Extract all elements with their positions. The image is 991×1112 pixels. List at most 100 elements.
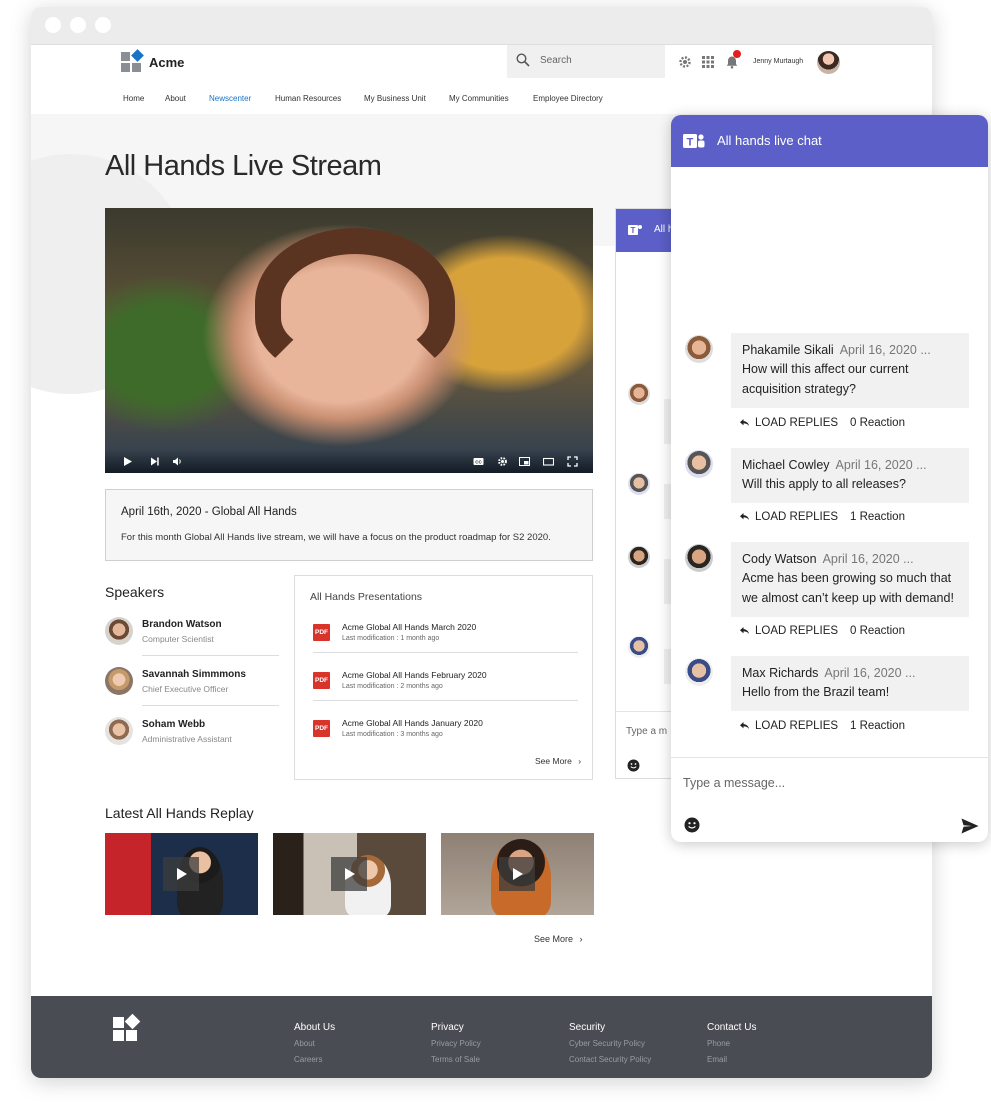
notification-badge (733, 50, 741, 58)
brand-name[interactable]: Acme (149, 55, 184, 70)
user-avatar[interactable] (817, 51, 840, 74)
footer-link[interactable]: Privacy Policy (431, 1039, 481, 1048)
emoji-icon[interactable] (684, 817, 700, 833)
next-icon[interactable] (149, 456, 160, 467)
play-button-icon[interactable] (331, 857, 367, 891)
chat-avatar (628, 383, 650, 405)
miniplayer-icon[interactable] (519, 456, 530, 467)
nav-item-home[interactable]: Home (123, 94, 144, 103)
reply-arrow-icon (740, 722, 749, 729)
app-grid-icon[interactable] (701, 55, 715, 69)
footer-link[interactable]: Careers (294, 1055, 335, 1064)
emoji-icon[interactable] (627, 759, 640, 772)
load-replies-button[interactable]: LOAD REPLIES (739, 720, 838, 732)
speaker-item[interactable]: Savannah Simmmons Chief Executive Office… (105, 667, 279, 711)
footer-link[interactable]: Terms of Sale (431, 1055, 481, 1064)
presentation-file-name[interactable]: Acme Global All Hands March 2020 (342, 622, 476, 632)
nav-item-human-resources[interactable]: Human Resources (275, 94, 341, 103)
nav-item-employee-directory[interactable]: Employee Directory (533, 94, 603, 103)
acme-logo-icon[interactable] (121, 49, 144, 74)
nav-item-about[interactable]: About (165, 94, 186, 103)
window-minimize-dot[interactable] (70, 17, 86, 33)
reaction-count[interactable]: 1 Reaction (850, 511, 905, 523)
footer-column-contact: Contact Us Phone Email (707, 1022, 756, 1071)
play-icon[interactable] (122, 456, 133, 467)
chat-message-input[interactable]: Type a message... (683, 776, 785, 790)
presentations-heading: All Hands Presentations (310, 591, 423, 603)
chat-bubble: Max Richards April 16, 2020 ... Hello fro… (731, 656, 969, 711)
presentation-item[interactable]: PDF Acme Global All Hands January 2020 L… (313, 714, 578, 762)
nav-item-my-communities[interactable]: My Communities (449, 94, 509, 103)
replay-thumbnail[interactable] (273, 833, 426, 915)
message-text: Hello from the Brazil team! (742, 685, 890, 699)
user-name[interactable]: Jenny Murtaugh (753, 58, 803, 65)
message-date: April 16, 2020 ... (835, 458, 927, 472)
event-title: April 16th, 2020 - Global All Hands (121, 506, 297, 518)
load-replies-button[interactable]: LOAD REPLIES (739, 625, 838, 637)
reaction-count[interactable]: 0 Reaction (850, 625, 905, 637)
see-more-label: See More (534, 934, 574, 944)
search-icon (516, 53, 530, 67)
reaction-count[interactable]: 0 Reaction (850, 417, 905, 429)
presentation-divider (313, 700, 578, 701)
chat-message: Phakamile Sikali April 16, 2020 ... How w… (671, 333, 988, 433)
load-replies-label: LOAD REPLIES (755, 417, 839, 429)
svg-text:T: T (687, 137, 694, 149)
speaker-item[interactable]: Soham Webb Administrative Assistant (105, 717, 279, 761)
chat-message: Michael Cowley April 16, 2020 ... Will th… (671, 448, 988, 538)
load-replies-button[interactable]: LOAD REPLIES (739, 511, 838, 523)
send-icon[interactable] (961, 818, 979, 834)
search-input[interactable]: Search (540, 55, 572, 66)
presentations-see-more-link[interactable]: See More › (535, 756, 581, 766)
speaker-item[interactable]: Brandon Watson Computer Scientist (105, 617, 279, 661)
footer-link[interactable]: Phone (707, 1039, 756, 1048)
footer-link[interactable]: About (294, 1039, 335, 1048)
presentation-file-name[interactable]: Acme Global All Hands January 2020 (342, 718, 483, 728)
footer-link[interactable]: Contact Security Policy (569, 1055, 651, 1064)
reaction-count[interactable]: 1 Reaction (850, 720, 905, 732)
chat-avatar (628, 473, 650, 495)
replays-see-more-link[interactable]: See More › (534, 934, 583, 944)
live-video-player[interactable]: CC (105, 208, 593, 473)
presentation-file-name[interactable]: Acme Global All Hands February 2020 (342, 670, 487, 680)
speakers-heading: Speakers (105, 584, 165, 600)
replay-thumbnail[interactable] (105, 833, 258, 915)
message-date: April 16, 2020 ... (824, 666, 916, 680)
gear-icon[interactable] (678, 55, 692, 69)
footer-heading: About Us (294, 1022, 336, 1033)
window-close-dot[interactable] (45, 17, 61, 33)
captions-icon[interactable]: CC (473, 456, 484, 467)
chat-header: T All hands live chat (671, 115, 988, 167)
presentation-item[interactable]: PDF Acme Global All Hands March 2020 Las… (313, 618, 578, 666)
speaker-role: Chief Executive Officer (142, 684, 229, 694)
message-author: Max Richards (742, 666, 819, 680)
footer-link[interactable]: Cyber Security Policy (569, 1039, 651, 1048)
message-text: Will this apply to all releases? (742, 477, 906, 491)
load-replies-button[interactable]: LOAD REPLIES (739, 417, 838, 429)
presentation-item[interactable]: PDF Acme Global All Hands February 2020 … (313, 666, 578, 714)
speaker-avatar (105, 667, 133, 695)
speaker-divider (142, 705, 279, 706)
theater-mode-icon[interactable] (543, 456, 554, 467)
load-replies-label: LOAD REPLIES (755, 720, 839, 732)
settings-gear-icon[interactable] (497, 456, 508, 467)
teams-icon: T (683, 134, 705, 149)
search-box[interactable]: Search (507, 45, 665, 78)
nav-item-my-business-unit[interactable]: My Business Unit (364, 94, 426, 103)
volume-icon[interactable] (172, 456, 183, 467)
chat-bubble: Phakamile Sikali April 16, 2020 ... How w… (731, 333, 969, 408)
replay-thumbnail[interactable] (441, 833, 594, 915)
play-button-icon[interactable] (499, 857, 535, 891)
nav-item-newscenter[interactable]: Newscenter (209, 94, 251, 103)
window-maximize-dot[interactable] (95, 17, 111, 33)
pdf-icon: PDF (313, 720, 330, 737)
play-button-icon[interactable] (163, 857, 199, 891)
event-info-box: April 16th, 2020 - Global All Hands For … (105, 489, 593, 561)
footer-heading: Security (569, 1022, 606, 1033)
footer-logo-icon[interactable] (113, 1013, 141, 1043)
fullscreen-icon[interactable] (567, 456, 578, 467)
footer-link[interactable]: Email (707, 1055, 756, 1064)
load-replies-label: LOAD REPLIES (755, 511, 839, 523)
presentations-panel: All Hands Presentations PDF Acme Global … (294, 575, 593, 780)
embedded-chat-input[interactable]: Type a m (626, 726, 667, 737)
